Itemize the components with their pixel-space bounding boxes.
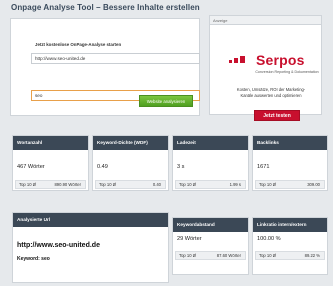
analyzed-url-panel: Analysierte Url http://www.seo-united.de…: [12, 212, 169, 283]
ad-text-line2: Kanäle auswerten und optimieren: [240, 93, 302, 98]
url-input[interactable]: [31, 53, 200, 64]
top10-row: Top 10 Ø 309.00: [255, 180, 325, 189]
metric-title: Keyword-Dichte (WDF): [93, 136, 168, 150]
metric-value: 29 Wörter: [177, 236, 202, 242]
ad-brand-tagline: Conversion Reporting & Dokumentation: [255, 70, 319, 74]
analyze-website-button[interactable]: Website analysieren: [139, 95, 193, 107]
analyzed-url-value: http://www.seo-united.de: [17, 242, 100, 249]
metric-value: 100.00 %: [257, 236, 281, 242]
form-label: Jetzt kostenlose OnPage-Analyse starten: [35, 42, 122, 47]
top10-label: Top 10 Ø: [99, 182, 116, 187]
metric-value: 0.49: [97, 164, 108, 170]
metric-title: Linkratio intern/extern: [253, 218, 327, 232]
metric-value: 1671: [257, 164, 270, 170]
metric-value: 467 Wörter: [17, 164, 45, 170]
top10-row: Top 10 Ø 1.99 s: [175, 180, 246, 189]
top10-label: Top 10 Ø: [179, 182, 196, 187]
top10-value: 309.00: [307, 182, 320, 187]
analyzed-url-title: Analysierte Url: [13, 213, 168, 227]
ad-label: Anzeige: [210, 16, 321, 25]
top10-label: Top 10 Ø: [179, 253, 196, 258]
top10-value: 0.40: [152, 182, 161, 187]
metric-value: 3 s: [177, 164, 185, 170]
top10-label: Top 10 Ø: [259, 182, 276, 187]
metric-card-ladezeit: Ladezeit 3 s Top 10 Ø 1.99 s: [172, 135, 249, 191]
top10-row: Top 10 Ø 890.90 Wörter: [15, 180, 86, 189]
top10-value: 1.99 s: [229, 182, 241, 187]
top10-value: 890.90 Wörter: [54, 182, 81, 187]
ad-brand-name: Serpos: [256, 52, 305, 68]
top10-row: Top 10 Ø 89.22 %: [255, 251, 325, 260]
metric-card-linkratio: Linkratio intern/extern 100.00 % Top 10 …: [252, 217, 328, 275]
metric-card-keyword-dichte: Keyword-Dichte (WDF) 0.49 Top 10 Ø 0.40: [92, 135, 169, 191]
metric-title: Ladezeit: [173, 136, 248, 150]
metric-title: Backlinks: [253, 136, 327, 150]
top10-label: Top 10 Ø: [19, 182, 36, 187]
metric-card-wortanzahl: Wortanzahl 467 Wörter Top 10 Ø 890.90 Wö…: [12, 135, 89, 191]
top10-value: 89.22 %: [304, 253, 320, 258]
metric-title: Keywordabstand: [173, 218, 248, 232]
metric-card-backlinks: Backlinks 1671 Top 10 Ø 309.00: [252, 135, 328, 191]
metric-card-keywordabstand: Keywordabstand 29 Wörter Top 10 Ø 87.60 …: [172, 217, 249, 275]
top10-row: Top 10 Ø 0.40: [95, 180, 166, 189]
analyzed-keyword: Keyword: seo: [17, 256, 50, 262]
top10-row: Top 10 Ø 87.60 Wörter: [175, 251, 246, 260]
ad-panel[interactable]: Anzeige Serpos Conversion Reporting & Do…: [209, 15, 322, 121]
ad-text-line1: Kosten, Umsätze, ROI der Marketing-: [236, 87, 306, 92]
top10-value: 87.60 Wörter: [216, 253, 241, 258]
page-title: Onpage Analyse Tool – Bessere Inhalte er…: [11, 3, 200, 12]
metric-title: Wortanzahl: [13, 136, 88, 150]
top10-label: Top 10 Ø: [259, 253, 276, 258]
ad-cta-button[interactable]: Jetzt testen: [254, 110, 300, 121]
